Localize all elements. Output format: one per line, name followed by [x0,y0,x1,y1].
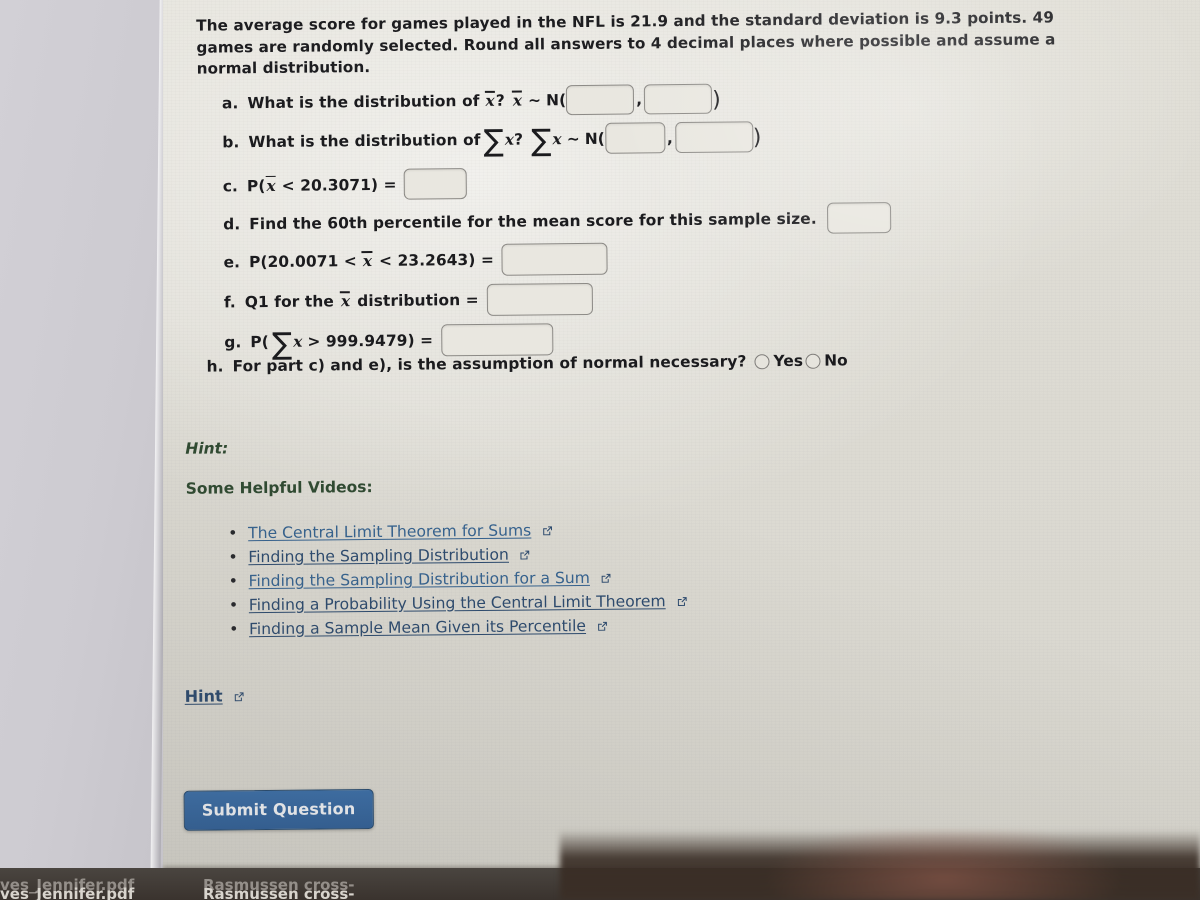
hint-heading: Hint: [185,439,229,458]
question-a-text: What is the distribution of [247,91,480,113]
left-page-panel [0,0,163,900]
question-e-label: e. [223,253,241,272]
list-item: Finding a Probability Using the Central … [221,590,688,617]
radio-yes[interactable] [754,353,770,369]
answer-input-d[interactable] [826,202,891,234]
taskbar: ves_Jennifer.pdf Rasmussen cross- [0,868,1200,900]
problem-statement: The average score for games played in th… [196,8,1056,78]
answer-input-b-mean[interactable] [604,122,666,154]
x-bar-symbol-2: x [512,91,523,110]
question-g-suffix: > 999.9479) = [307,331,434,351]
question-c: c. P( x < 20.3071) = [223,168,467,201]
video-link-1[interactable]: The Central Limit Theorem for Sums [248,521,531,542]
hint-link[interactable]: Hint [185,686,223,705]
hint-link-row: Hint [185,686,245,706]
question-c-label: c. [222,176,239,195]
question-a: a. What is the distribution of x ? x ~ N… [221,83,721,119]
question-d: d. Find the 60th percentile for the mean… [223,202,891,239]
answer-input-g[interactable] [440,323,554,357]
helpful-videos-list: The Central Limit Theorem for Sums Findi… [220,518,688,642]
question-e-suffix: < 23.2643) = [378,250,494,270]
x-variable: x [504,130,515,149]
answer-input-a-sd[interactable] [644,83,713,115]
question-d-text: Find the 60th percentile for the mean sc… [249,209,817,233]
question-a-qmark: ? [495,91,505,110]
list-item: The Central Limit Theorem for Sums [220,518,687,545]
question-a-label: a. [221,94,239,113]
question-f-text-1: Q1 for the [244,292,335,312]
photo-of-screen: The average score for games played in th… [0,0,1200,900]
question-content: The average score for games played in th… [163,0,1200,873]
question-c-prefix: P( [246,176,266,195]
video-link-2[interactable]: Finding the Sampling Distribution [248,546,509,566]
list-item: Finding the Sampling Distribution for a … [220,566,687,593]
answer-input-f[interactable] [486,282,593,316]
tilde-symbol-b: ~ [566,129,580,148]
radio-yes-label: Yes [773,351,804,371]
normal-dist-open-b: N( [584,129,605,148]
external-link-icon [542,520,553,536]
external-link-icon [520,544,531,560]
question-g-label: g. [224,333,242,352]
question-e: e. P(20.0071 < x < 23.2643) = [223,242,609,279]
question-g-prefix: P( [250,332,269,352]
taskbar-item-rasmussen[interactable]: Rasmussen cross- [203,885,355,900]
question-b-label: b. [222,132,240,151]
video-link-4[interactable]: Finding a Probability Using the Central … [249,592,666,614]
question-b-text: What is the distribution of [248,130,481,151]
radio-no-label: No [824,351,848,370]
external-link-icon [601,568,612,583]
answer-input-e[interactable] [501,242,609,276]
question-b: b. What is the distribution of ∑ x ? ∑ x… [222,121,762,159]
videos-heading: Some Helpful Videos: [185,478,373,498]
normal-dist-close-b: ) [752,125,762,151]
answer-input-a-mean[interactable] [566,84,635,116]
summation-icon-2: ∑ [531,123,552,159]
external-link-icon [234,687,245,702]
question-g: g. P( ∑ x > 999.9479) = [224,323,554,362]
external-link-icon [597,615,608,631]
question-e-prefix: P(20.0071 < [248,252,357,272]
x-bar-symbol-e: x [362,252,373,271]
external-link-icon [676,591,687,606]
answer-input-c[interactable] [403,168,467,200]
x-bar-symbol-f: x [340,292,351,311]
comma-separator-b: , [666,128,673,147]
question-c-op: < 20.3071) = [281,175,397,195]
comma-separator: , [636,90,643,109]
x-variable-2: x [552,129,562,148]
radio-no[interactable] [805,353,821,369]
summation-icon-g: ∑ [271,326,293,362]
submit-question-button[interactable]: Submit Question [183,789,374,831]
video-link-5[interactable]: Finding a Sample Mean Given its Percenti… [249,617,586,638]
video-link-3[interactable]: Finding the Sampling Distribution for a … [248,569,589,590]
question-d-label: d. [223,214,241,233]
question-b-qmark: ? [514,130,524,149]
taskbar-item-pdf[interactable]: ves_Jennifer.pdf [0,885,134,900]
x-bar-symbol: x [485,91,495,110]
summation-icon: ∑ [483,123,505,159]
x-bar-symbol-c: x [266,176,276,195]
question-h-text: For part c) and e), is the assumption of… [232,352,747,376]
question-h-label: h. [206,357,224,376]
x-variable-g: x [293,332,303,351]
normal-dist-close: ) [712,87,721,113]
tilde-symbol: ~ [528,91,542,110]
question-f: f. Q1 for the x distribution = [223,282,593,319]
question-f-text-2: distribution = [357,290,479,311]
answer-input-b-sd[interactable] [674,121,753,154]
question-f-label: f. [223,293,236,312]
normal-dist-open: N( [546,91,567,110]
list-item: Finding a Sample Mean Given its Percenti… [221,614,688,641]
list-item: Finding the Sampling Distribution [220,542,687,569]
